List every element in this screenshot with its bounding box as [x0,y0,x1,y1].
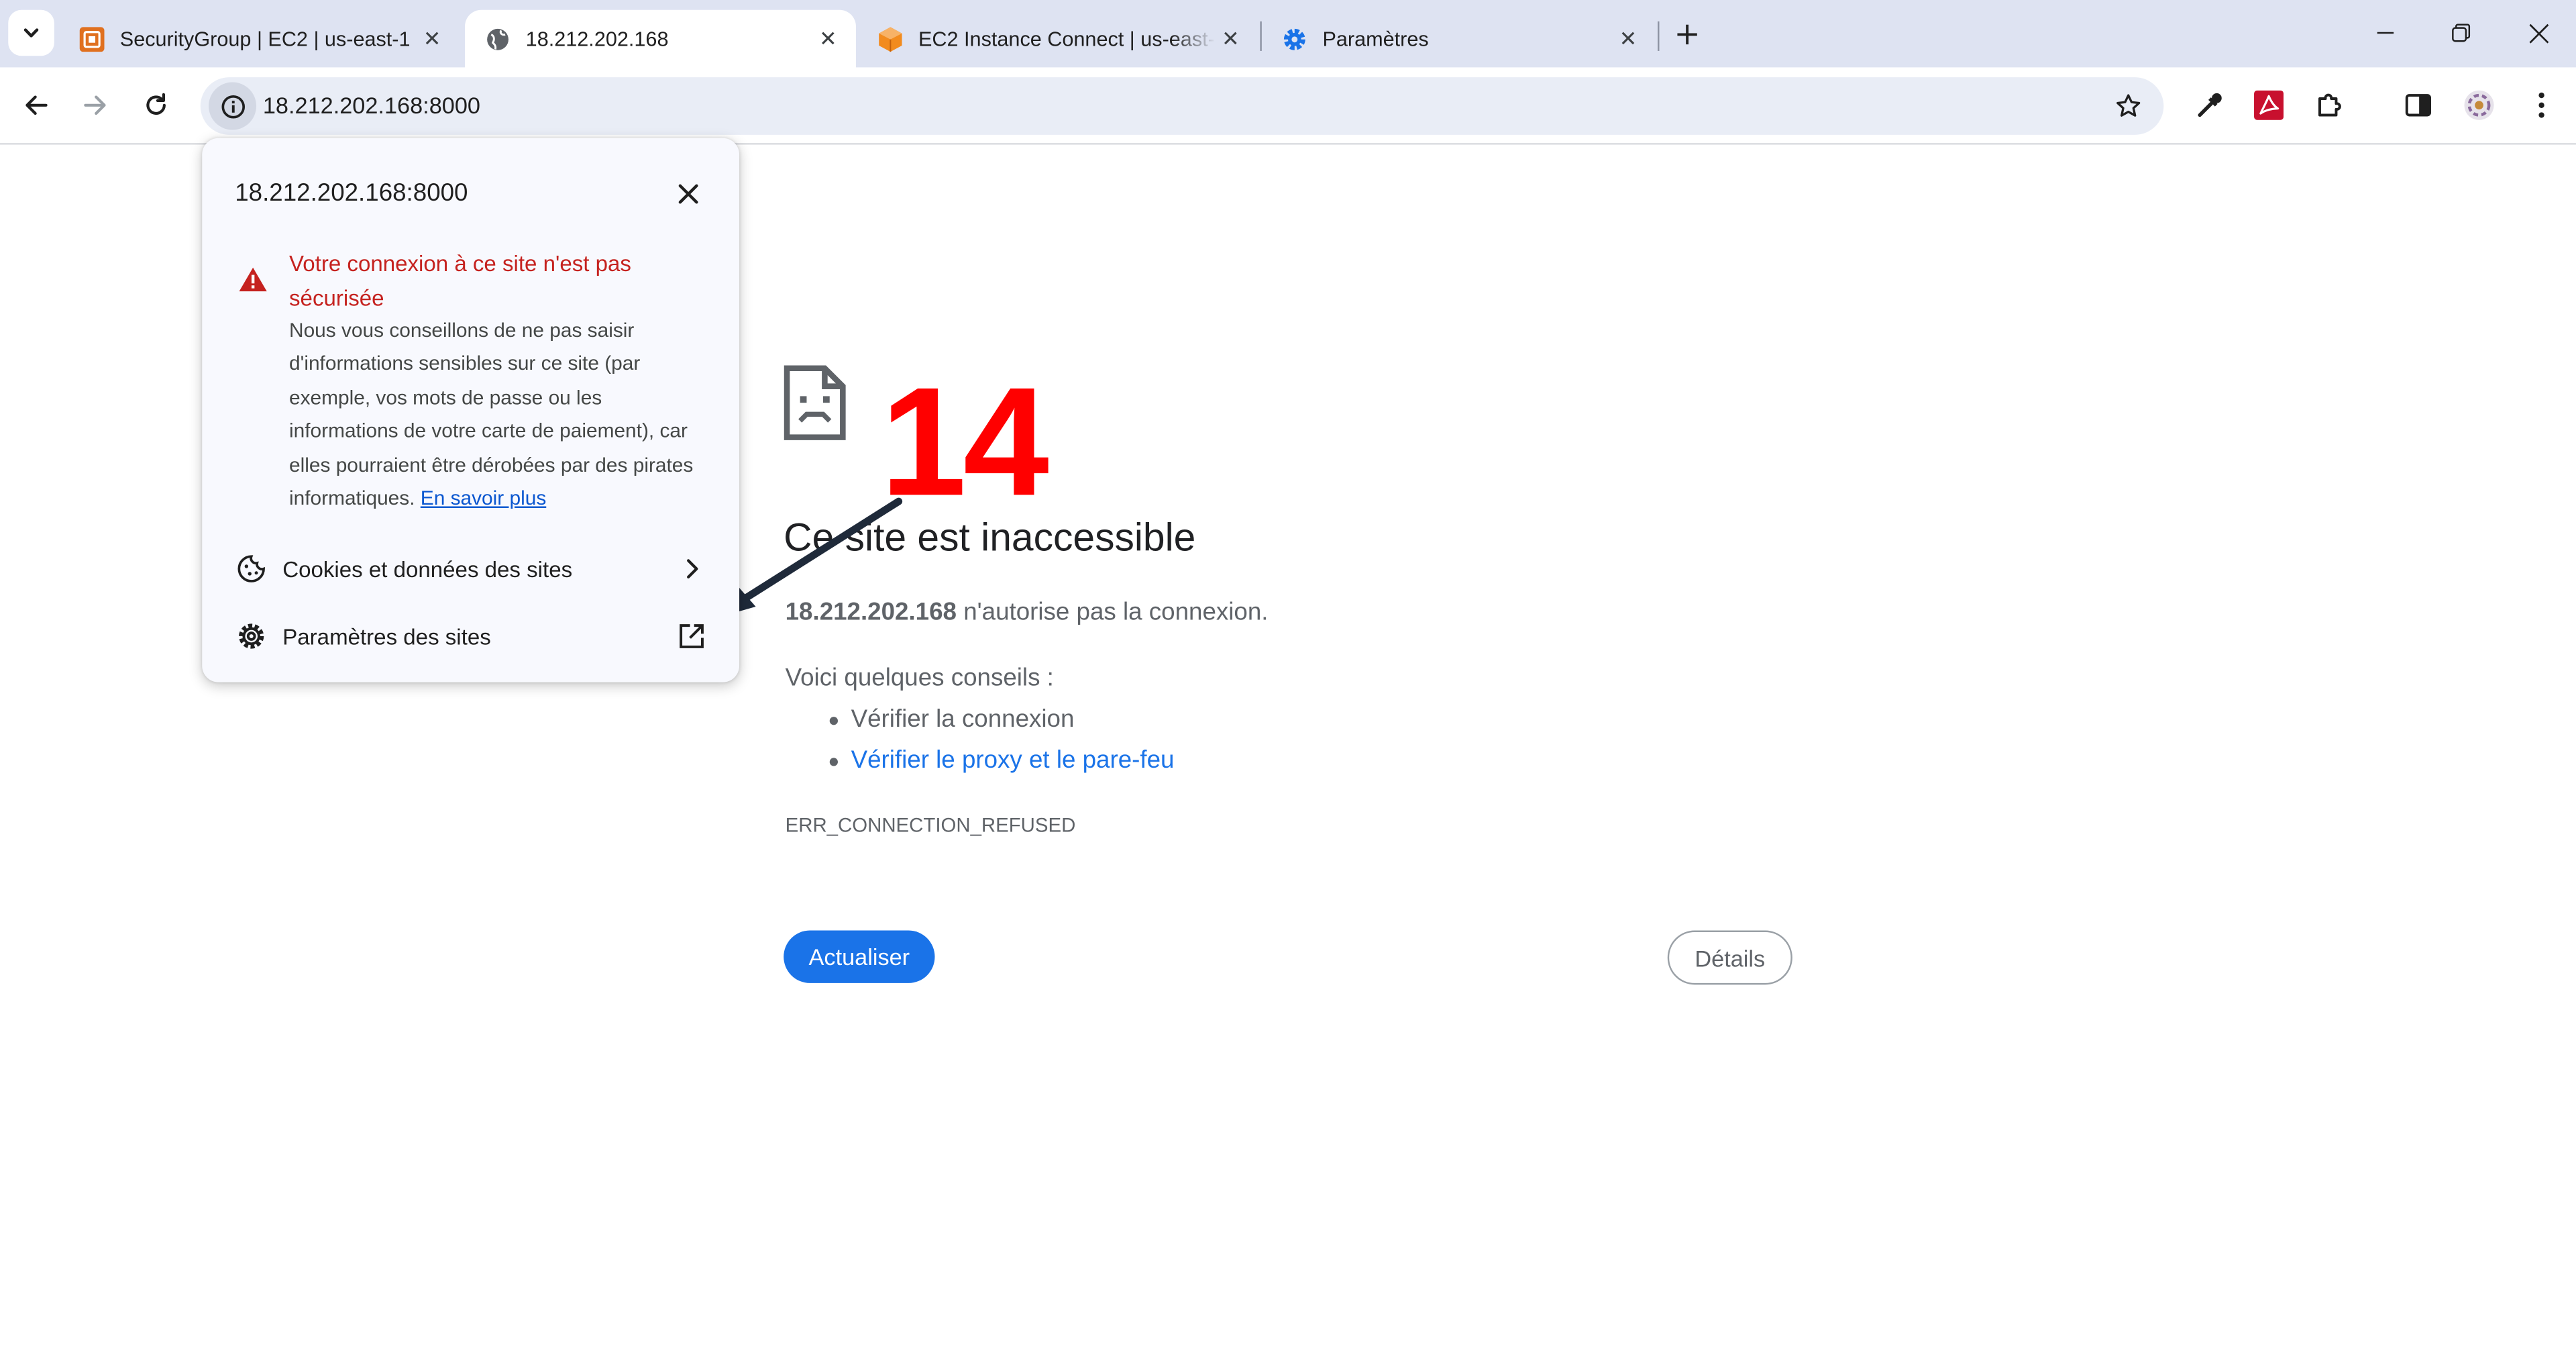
eyedropper-icon [2198,93,2222,117]
info-icon [221,94,244,118]
aws-ec2-icon [879,26,902,51]
warning-triangle-icon [239,267,267,292]
minimize-button[interactable] [2363,11,2409,54]
close-icon [678,184,698,204]
tab-close-icon[interactable]: ✕ [1613,24,1643,54]
side-panel-button[interactable] [2396,82,2442,128]
url-text[interactable]: 18.212.202.168:8000 [263,92,480,118]
reload-icon [146,93,166,115]
insecure-warning-title: Votre connexion à ce site n'est pas sécu… [289,251,631,310]
tips-list: Vérifier la connexion Vérifier le proxy … [786,703,1175,784]
chevron-right-icon [687,559,698,578]
tab-strip: SecurityGroup | EC2 | us-east-1 ✕ 18.212… [0,0,2576,68]
restore-icon [2452,23,2471,42]
sad-document-icon [784,365,846,440]
side-panel-icon [2405,94,2432,117]
settings-gear-icon [1283,28,1305,50]
insecure-warning-body: Nous vous conseillons de ne pas saisir d… [289,314,716,515]
tab-title: SecurityGroup | EC2 | us-east-1 [119,27,411,50]
eyedropper-extension-button[interactable] [2187,82,2233,128]
puzzle-piece-icon [2318,93,2341,117]
tips-heading: Voici quelques conseils : [785,664,1054,693]
error-code: ERR_CONNECTION_REFUSED [785,813,1076,837]
adobe-pdf-icon [2254,90,2284,120]
gear-icon [239,623,264,649]
close-window-button[interactable] [2515,11,2561,54]
warning-body-text: Nous vous conseillons de ne pas saisir d… [289,319,694,510]
cookies-site-data-row[interactable]: Cookies et données des sites [202,538,739,600]
browser-menu-button[interactable] [2518,82,2565,128]
restore-button[interactable] [2438,11,2484,54]
forward-button[interactable] [72,82,119,128]
open-in-new-icon [680,624,704,648]
tab-close-icon[interactable]: ✕ [813,24,843,54]
tip-check-proxy-link[interactable]: Vérifier le proxy et le pare-feu [786,744,1174,784]
tab-close-icon[interactable]: ✕ [417,24,447,54]
reload-button[interactable] [133,82,179,128]
star-icon [2115,93,2140,116]
browser-window: SecurityGroup | EC2 | us-east-1 ✕ 18.212… [0,0,2576,1371]
bookmark-star-button[interactable] [2111,89,2144,121]
error-host-message: n'autorise pas la connexion. [957,598,1269,627]
more-vertical-icon [2538,92,2544,118]
profile-avatar-button[interactable] [2456,82,2502,128]
tab-close-icon[interactable]: ✕ [1216,24,1245,54]
arrow-right-icon [84,95,106,115]
site-info-button[interactable] [209,82,257,130]
popup-close-button[interactable] [672,178,705,211]
avatar-icon [2464,90,2494,120]
tab-ec2-instance-connect[interactable]: EC2 Instance Connect | us-east- ✕ [857,10,1258,68]
cookie-icon [237,555,265,582]
learn-more-link[interactable]: En savoir plus [421,487,546,509]
tab-active-site[interactable]: 18.212.202.168 ✕ [465,9,856,68]
tab-title: Paramètres [1322,27,1429,50]
pdf-extension-button[interactable] [2246,82,2292,128]
popup-host: 18.212.202.168:8000 [235,179,468,207]
tab-title: EC2 Instance Connect | us-east- [918,27,1215,50]
browser-toolbar: 18.212.202.168:8000 [0,67,2576,145]
plus-icon [1677,24,1697,45]
cookies-label: Cookies et données des sites [282,556,573,581]
close-icon [2528,23,2548,43]
tab-title: 18.212.202.168 [525,27,669,50]
new-tab-button[interactable] [1668,15,1707,54]
tab-parametres[interactable]: Paramètres ✕ [1262,10,1656,68]
aws-securitygroup-icon [79,26,105,51]
site-info-popup: 18.212.202.168:8000 Votre connexion à ce… [202,138,740,682]
globe-icon [487,28,508,50]
tab-separator [1658,21,1660,51]
site-settings-label: Paramètres des sites [282,623,491,649]
chevron-down-icon [23,28,39,38]
tip-check-connection: Vérifier la connexion [786,703,1175,744]
site-settings-row[interactable]: Paramètres des sites [202,605,739,667]
back-button[interactable] [13,82,60,128]
tab-search-button[interactable] [8,9,54,56]
address-bar[interactable]: 18.212.202.168:8000 [200,77,2164,135]
details-button[interactable]: Détails [1667,930,1792,985]
minimize-icon [2377,32,2394,34]
arrow-left-icon [25,95,48,115]
reload-page-button[interactable]: Actualiser [784,930,935,983]
extensions-button[interactable] [2306,82,2353,128]
tab-securitygroup[interactable]: SecurityGroup | EC2 | us-east-1 ✕ [59,10,460,68]
